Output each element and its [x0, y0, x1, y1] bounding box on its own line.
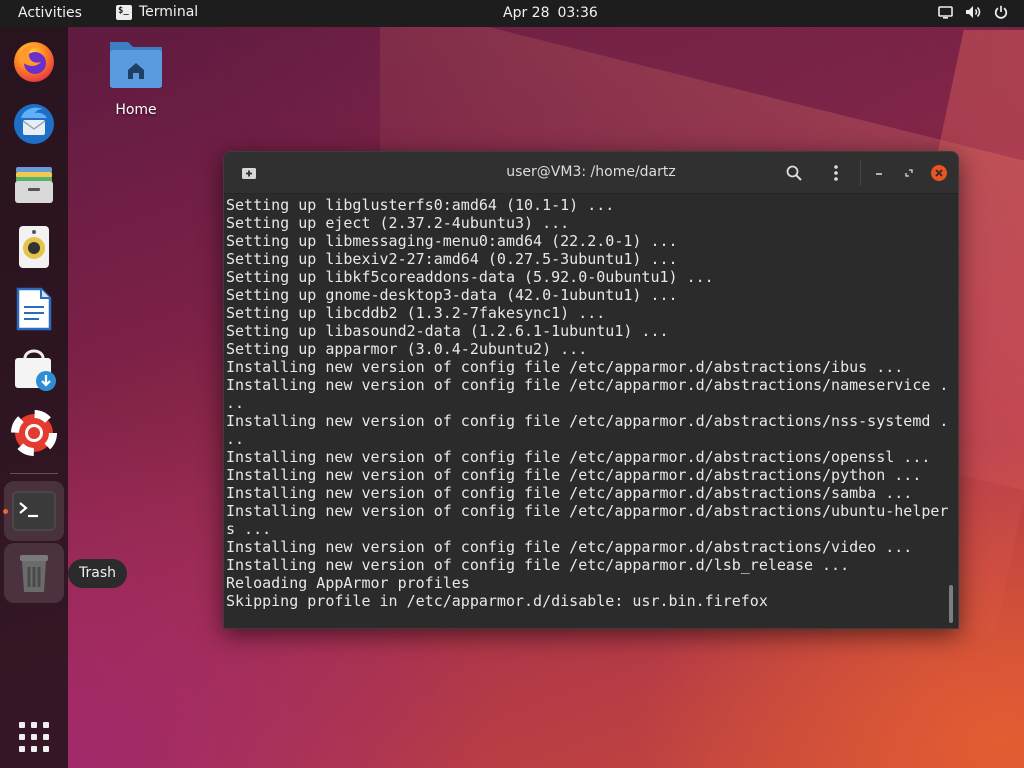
libreoffice-writer-icon: [16, 287, 52, 331]
search-icon: [786, 165, 802, 181]
kebab-menu-icon: [834, 165, 838, 181]
search-button[interactable]: [783, 162, 805, 184]
terminal-line: Installing new version of config file /e…: [226, 448, 931, 466]
terminal-line: Setting up libmessaging-menu0:amd64 (22.…: [226, 232, 678, 250]
terminal-line: Setting up libexiv2-27:amd64 (0.27.5-3ub…: [226, 250, 678, 268]
software-center-launcher[interactable]: [4, 341, 64, 401]
trash-launcher[interactable]: [4, 543, 64, 603]
terminal-window[interactable]: user@VM3: /home/dartz Setting up libglus…: [223, 151, 959, 629]
header-separator: [860, 160, 861, 186]
files-icon: [15, 167, 53, 203]
maximize-icon: [905, 169, 913, 177]
libreoffice-writer-launcher[interactable]: [4, 279, 64, 339]
terminal-line: Installing new version of config file /e…: [226, 556, 850, 574]
rhythmbox-launcher[interactable]: [4, 217, 64, 277]
firefox-launcher[interactable]: [4, 31, 64, 91]
minimize-icon: [876, 173, 882, 175]
terminal-icon: [12, 491, 56, 531]
clock[interactable]: Apr 28 03:36: [503, 5, 598, 21]
close-button[interactable]: [928, 162, 950, 184]
terminal-line: Setting up apparmor (3.0.4-2ubuntu2) ...: [226, 340, 588, 358]
volume-icon: [965, 5, 982, 23]
top-bar: Activities $_ Terminal Apr 28 03:36: [0, 0, 1024, 27]
terminal-line: Setting up eject (2.37.2-4ubuntu3) ...: [226, 214, 570, 232]
system-tray[interactable]: [938, 5, 1008, 23]
thunderbird-launcher[interactable]: [4, 93, 64, 153]
maximize-button[interactable]: [898, 162, 920, 184]
terminal-line: Installing new version of config file /e…: [226, 502, 949, 520]
home-label: Home: [115, 102, 157, 118]
clock-date: Apr 28: [503, 5, 550, 21]
thunderbird-icon: [14, 104, 54, 144]
firefox-icon: [14, 42, 54, 82]
app-menu[interactable]: $_ Terminal: [116, 4, 198, 20]
terminal-headerbar[interactable]: user@VM3: /home/dartz: [224, 152, 958, 194]
clock-time: 03:36: [557, 5, 598, 21]
power-icon: [994, 5, 1008, 23]
terminal-line: Installing new version of config file /e…: [226, 358, 904, 376]
terminal-line: Installing new version of config file /e…: [226, 376, 949, 394]
scrollbar[interactable]: [948, 196, 956, 628]
close-icon: [931, 165, 947, 181]
rhythmbox-icon: [19, 226, 49, 268]
help-icon: [11, 410, 57, 456]
scrollbar-thumb[interactable]: [949, 585, 953, 623]
terminal-line: s ...: [226, 520, 272, 538]
terminal-line: Setting up libkf5coreaddons-data (5.92.0…: [226, 268, 714, 286]
terminal-line: Installing new version of config file /e…: [226, 484, 913, 502]
dock: [0, 27, 68, 768]
network-icon: [938, 5, 953, 23]
app-menu-label: Terminal: [139, 4, 199, 20]
dock-separator: [10, 473, 58, 474]
terminal-line: Reloading AppArmor profiles: [226, 574, 470, 592]
software-center-icon: [15, 349, 56, 391]
window-title: user@VM3: /home/dartz: [506, 164, 676, 180]
files-launcher[interactable]: [4, 155, 64, 215]
minimize-button[interactable]: [868, 162, 890, 184]
activities-button[interactable]: Activities: [18, 5, 82, 21]
terminal-line: Installing new version of config file /e…: [226, 538, 913, 556]
terminal-line: Skipping profile in /etc/apparmor.d/disa…: [226, 592, 768, 610]
help-launcher[interactable]: [4, 403, 64, 463]
terminal-output[interactable]: Setting up libglusterfs0:amd64 (10.1-1) …: [226, 196, 949, 628]
terminal-line: ..: [226, 394, 245, 412]
trash-tooltip: Trash: [68, 559, 127, 588]
show-apps-button[interactable]: [4, 707, 64, 767]
terminal-launcher[interactable]: [4, 481, 64, 541]
home-folder-icon: [110, 42, 162, 88]
terminal-line: Installing new version of config file /e…: [226, 466, 922, 484]
app-grid-icon: [19, 722, 49, 752]
desktop-home-icon[interactable]: Home: [104, 36, 168, 118]
terminal-line: Installing new version of config file /e…: [226, 412, 949, 430]
trash-icon: [20, 555, 48, 592]
menu-button[interactable]: [825, 162, 847, 184]
terminal-line: ..: [226, 430, 245, 448]
terminal-line: Setting up libglusterfs0:amd64 (10.1-1) …: [226, 196, 615, 214]
terminal-icon: $_: [116, 4, 132, 20]
terminal-line: Setting up libasound2-data (1.2.6.1-1ubu…: [226, 322, 669, 340]
terminal-line: Setting up gnome-desktop3-data (42.0-1ub…: [226, 286, 678, 304]
terminal-line: Setting up libcddb2 (1.3.2-7fakesync1) .…: [226, 304, 606, 322]
